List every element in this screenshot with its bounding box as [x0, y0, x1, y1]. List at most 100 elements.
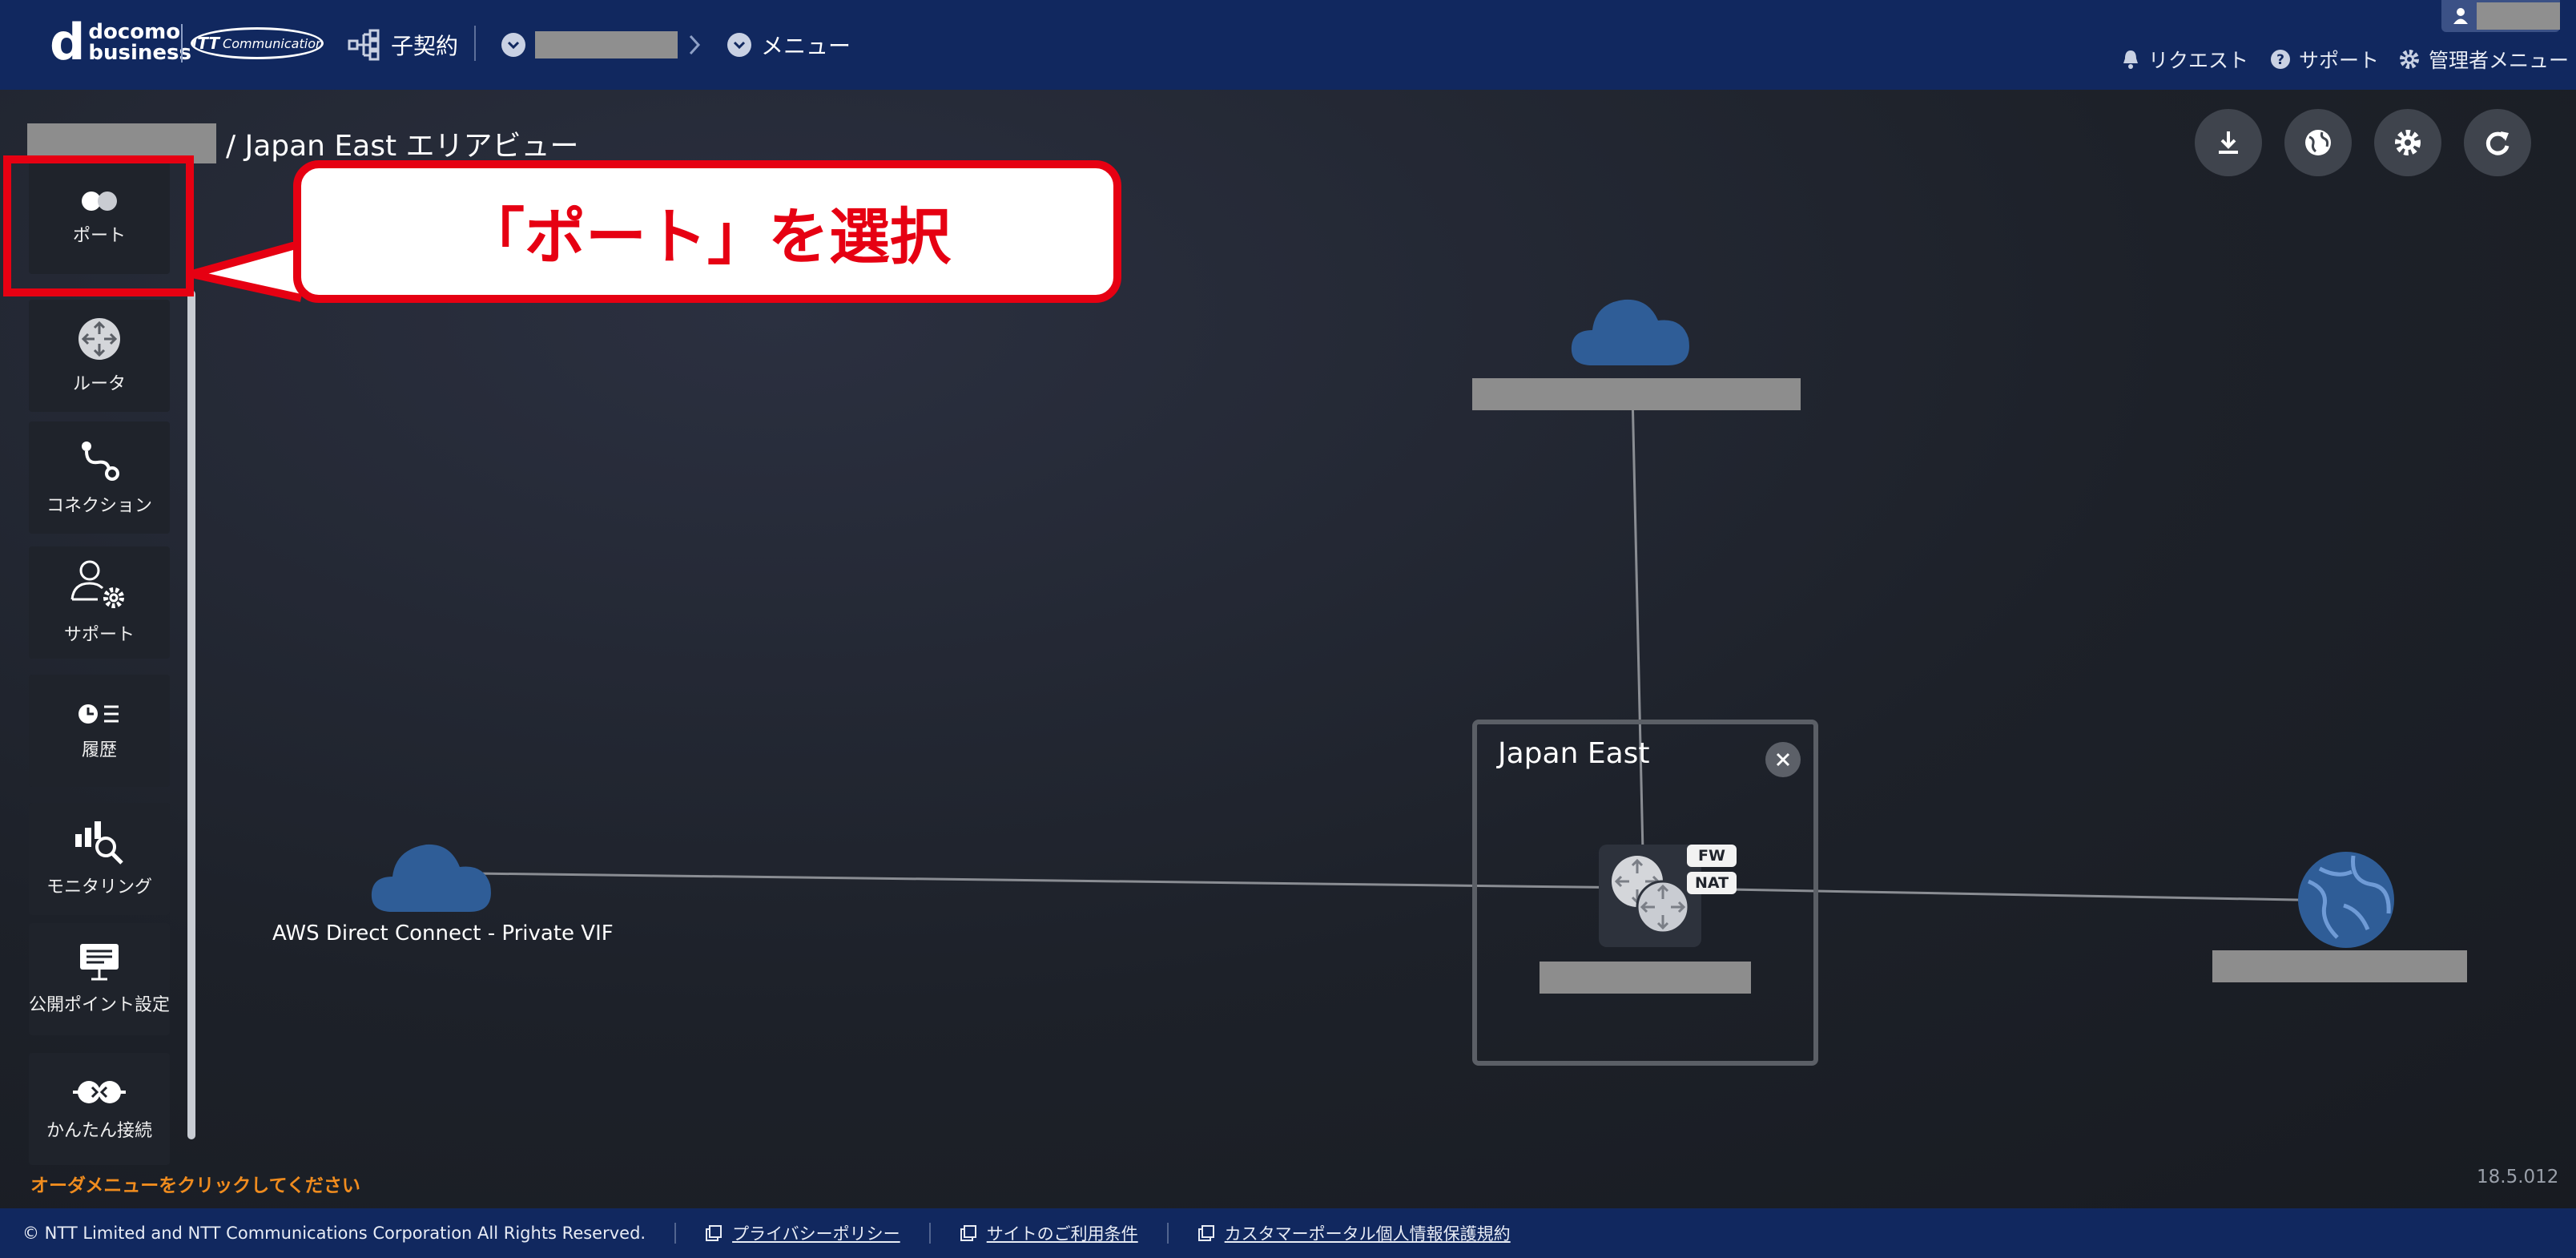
- bell-icon: [2123, 50, 2138, 69]
- logo-line2: business: [88, 41, 191, 65]
- region-close-button[interactable]: [1765, 742, 1801, 777]
- tenant-selector[interactable]: [501, 27, 678, 62]
- redacted-user-name: [2477, 2, 2560, 30]
- refresh-button[interactable]: [2464, 109, 2531, 176]
- svg-text:?: ?: [2276, 52, 2284, 68]
- logo-wordmark: docomo business: [88, 22, 191, 63]
- refresh-icon: [2485, 131, 2510, 155]
- user-icon: [2453, 8, 2468, 24]
- ntt-communications-logo: NTT Communications: [191, 27, 324, 59]
- footer-divider: [1166, 1223, 1169, 1244]
- router-node[interactable]: [1599, 845, 1701, 947]
- download-icon: [2219, 131, 2238, 154]
- sidebar-item-history[interactable]: 履歴: [29, 675, 170, 787]
- sidebar-item-router[interactable]: ルータ: [29, 300, 170, 412]
- top-header: d docomo business NTT Communications 子契約: [0, 0, 2576, 90]
- admin-menu-label: 管理者メニュー: [2429, 49, 2570, 72]
- privacy-policy-label: プライバシーポリシー: [732, 1224, 900, 1244]
- version-label: 18.5.012: [2477, 1167, 2559, 1187]
- privacy-policy-link[interactable]: プライバシーポリシー: [705, 1221, 900, 1245]
- annotation-callout-text: 「ポート」を選択: [464, 201, 951, 272]
- router-icon: [1612, 856, 1690, 934]
- logo-mark: d: [50, 13, 86, 71]
- annotation-highlight-box: [3, 155, 194, 296]
- region-title: Japan East: [1498, 737, 1650, 770]
- redacted-internet-label: [1472, 378, 1801, 410]
- support-user-icon: [70, 560, 124, 608]
- ntt-logo-text: NTT: [193, 34, 220, 53]
- customer-privacy-label: カスタマーポータル個人情報保護規約: [1224, 1224, 1511, 1244]
- copyright-text: © NTT Limited and NTT Communications Cor…: [22, 1224, 646, 1243]
- sidebar-item-label: かんたん接続: [46, 1121, 152, 1141]
- sidebar-item-public-point[interactable]: 公開ポイント設定: [29, 923, 170, 1035]
- download-button[interactable]: [2195, 109, 2262, 176]
- child-contract-label: 子契約: [391, 33, 459, 59]
- child-contract-button[interactable]: 子契約: [348, 27, 458, 62]
- sidebar-item-support[interactable]: サポート: [29, 546, 170, 659]
- area-view-canvas[interactable]: / Japan East エリアビュー ポート ルータ コネクション サポート …: [0, 90, 2576, 1208]
- sidebar-item-label: サポート: [63, 625, 135, 645]
- redacted-router-label: [1540, 962, 1751, 994]
- settings-button[interactable]: [2374, 109, 2441, 176]
- menu-selector[interactable]: メニュー: [727, 27, 851, 62]
- external-link-icon: [706, 1225, 722, 1241]
- order-hint-text: オーダメニューをクリックしてください: [30, 1175, 360, 1196]
- menu-label: メニュー: [761, 33, 851, 59]
- org-tree-icon: [348, 29, 380, 61]
- internet-cloud-node[interactable]: [1568, 285, 1697, 372]
- close-icon: [1776, 752, 1790, 767]
- cloud-icon: [1571, 299, 1689, 365]
- request-label: リクエスト: [2148, 49, 2249, 72]
- sidebar-item-label: 公開ポイント設定: [29, 995, 171, 1015]
- user-account-button[interactable]: [2441, 0, 2560, 32]
- customer-privacy-link[interactable]: カスタマーポータル個人情報保護規約: [1197, 1221, 1511, 1245]
- router-icon: [78, 318, 120, 360]
- page-footer: © NTT Limited and NTT Communications Cor…: [0, 1208, 2576, 1258]
- gear-icon: [2395, 130, 2421, 155]
- cloud-icon: [371, 844, 491, 912]
- external-link-icon: [1197, 1225, 1214, 1241]
- globe-icon: [2298, 852, 2394, 948]
- sidebar-item-easy-connect[interactable]: かんたん接続: [29, 1053, 170, 1165]
- redacted-globe-label: [2212, 950, 2467, 982]
- aws-node-label: AWS Direct Connect - Private VIF: [272, 921, 614, 946]
- support-label: サポート: [2299, 49, 2380, 72]
- logo-divider: [181, 24, 183, 62]
- history-icon: [78, 704, 119, 724]
- footer-divider: [674, 1223, 677, 1244]
- request-link[interactable]: リクエスト: [2121, 43, 2248, 75]
- annotation-callout: 「ポート」を選択: [293, 160, 1121, 303]
- sidebar-item-label: 履歴: [81, 740, 117, 760]
- logo-line1: docomo: [88, 20, 181, 44]
- public-point-icon: [80, 944, 119, 981]
- annotation-callout-tail: [189, 242, 303, 302]
- link-aws-router: [472, 872, 1644, 889]
- site-terms-link[interactable]: サイトのご利用条件: [960, 1221, 1138, 1245]
- chevron-down-icon: [727, 33, 751, 57]
- header-divider: [474, 26, 476, 61]
- connection-icon: [82, 442, 119, 481]
- support-link[interactable]: ? サポート: [2270, 43, 2379, 75]
- sidebar-scrollbar[interactable]: [187, 290, 195, 1139]
- sidebar-item-connection[interactable]: コネクション: [29, 421, 170, 534]
- nat-badge: NAT: [1687, 872, 1737, 894]
- easy-connect-icon: [73, 1081, 126, 1103]
- region-japan-east[interactable]: Japan East FW NAT: [1472, 720, 1818, 1066]
- internet-globe-node[interactable]: [2296, 849, 2397, 954]
- fw-badge: FW: [1687, 845, 1737, 867]
- gear-icon: [2400, 50, 2419, 69]
- globe-button[interactable]: [2284, 109, 2352, 176]
- docomo-business-logo[interactable]: d docomo business: [50, 18, 191, 67]
- sidebar-item-label: コネクション: [46, 496, 152, 516]
- monitoring-icon: [75, 821, 123, 865]
- globe-icon: [2305, 130, 2331, 155]
- admin-menu-link[interactable]: 管理者メニュー: [2398, 43, 2569, 75]
- help-circle-icon: ?: [2271, 50, 2290, 69]
- area-view-title: / Japan East エリアビュー: [226, 130, 579, 163]
- sidebar-item-monitoring[interactable]: モニタリング: [29, 803, 170, 915]
- sidebar-item-label: ルータ: [72, 374, 126, 394]
- sidebar-item-label: モニタリング: [46, 877, 152, 897]
- redacted-tenant-name: [535, 31, 678, 58]
- aws-cloud-node[interactable]: [368, 830, 500, 918]
- ntt-logo-sub: Communications: [223, 35, 324, 51]
